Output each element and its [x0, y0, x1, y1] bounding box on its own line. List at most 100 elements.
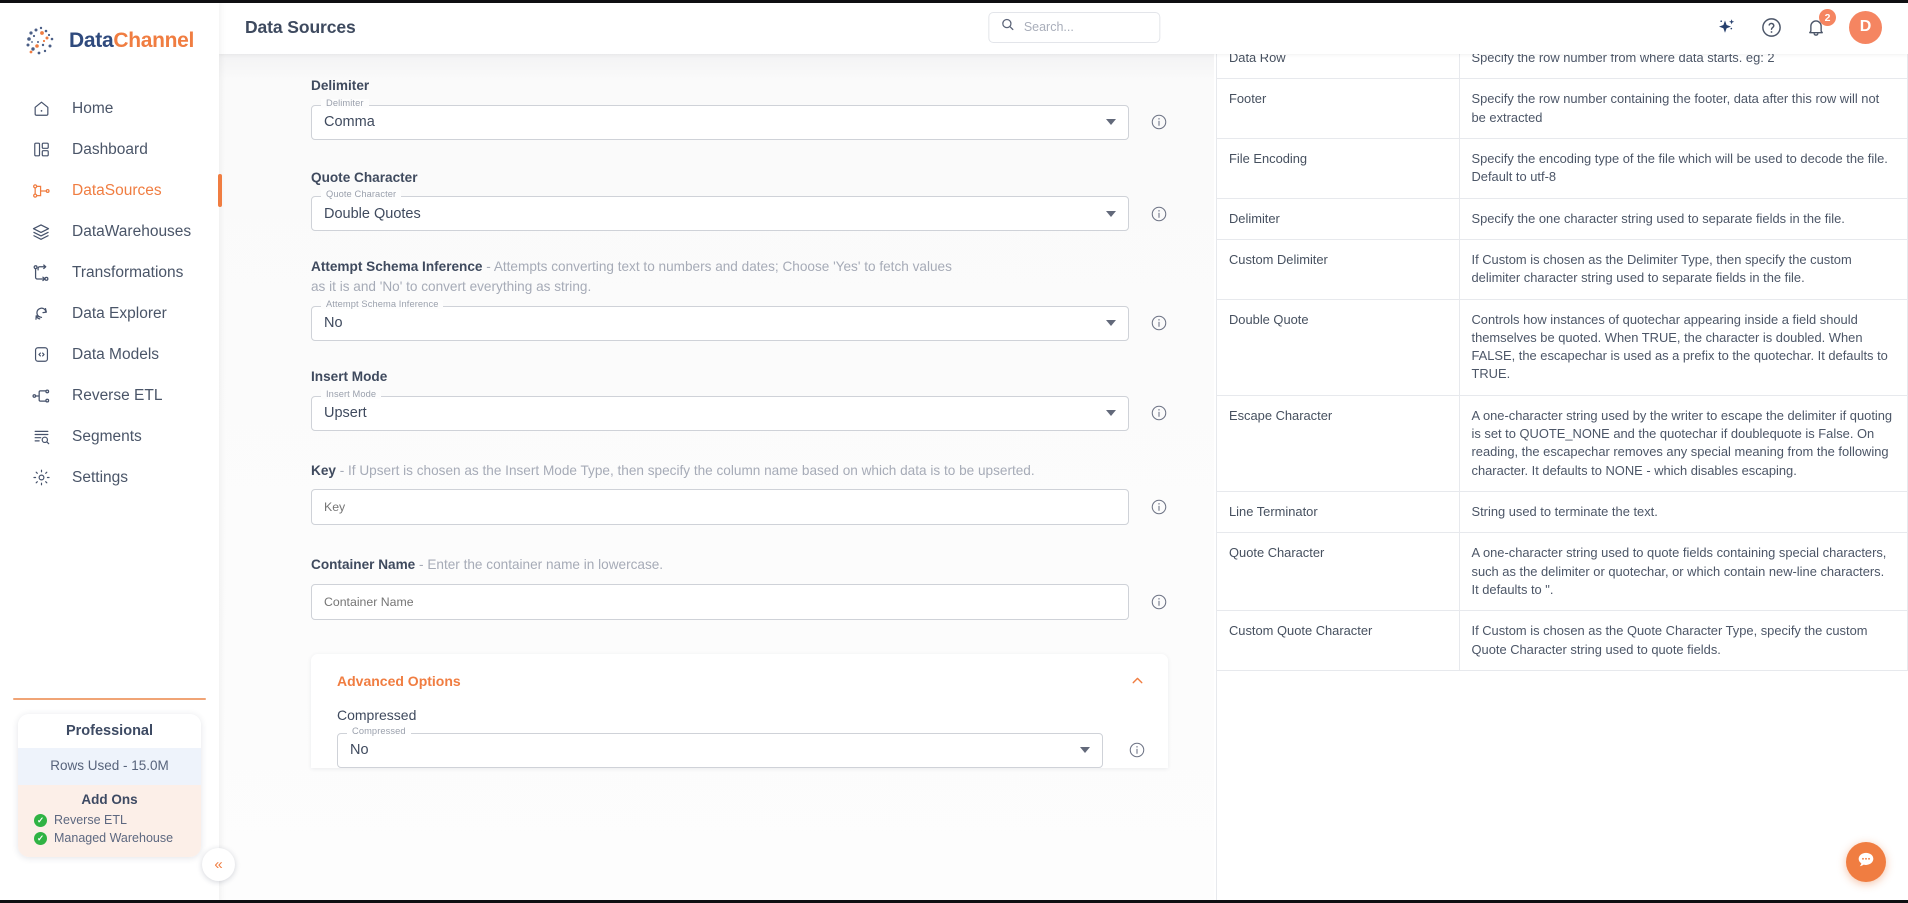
field-legend: Attempt Schema Inference — [321, 299, 444, 310]
sidebar-item-label: Data Models — [72, 345, 160, 363]
chevron-down-icon — [1106, 210, 1116, 217]
param-description: Specify the row number from where data s… — [1459, 54, 1908, 79]
reference-table-panel: Data Row Specify the row number from whe… — [1214, 54, 1908, 903]
ai-sparkle-icon[interactable] — [1714, 15, 1738, 39]
field-quote-character: Quote Character Quote Character Double Q… — [219, 168, 1214, 232]
info-icon[interactable] — [1150, 498, 1168, 516]
attempt-schema-inference-select[interactable]: Attempt Schema Inference No — [311, 299, 1129, 341]
brand-name: DataChannel — [69, 29, 194, 53]
content-area: Delimiter Delimiter Comma Quote Characte… — [219, 54, 1908, 903]
chevron-up-icon[interactable] — [1129, 672, 1146, 691]
field-title: Insert Mode — [311, 368, 388, 384]
info-icon[interactable] — [1150, 314, 1168, 332]
field-key: Key - If Upsert is chosen as the Insert … — [219, 461, 1214, 526]
param-description: Specify the one character string used to… — [1459, 198, 1908, 240]
chevron-down-icon — [1106, 119, 1116, 126]
selected-value: Upsert — [324, 405, 367, 422]
sidebar-item-datasources[interactable]: DataSources — [0, 170, 222, 211]
search-box[interactable] — [987, 11, 1160, 43]
field-attempt-schema-inference: Attempt Schema Inference - Attempts conv… — [219, 257, 1214, 341]
delimiter-select[interactable]: Delimiter Comma — [311, 98, 1129, 140]
home-icon — [30, 98, 52, 120]
settings-form-panel: Delimiter Delimiter Comma Quote Characte… — [219, 54, 1214, 903]
sidebar-item-transformations[interactable]: Transformations — [0, 252, 219, 293]
param-name: Footer — [1217, 78, 1460, 139]
sidebar-collapse-button[interactable]: « — [202, 848, 235, 881]
insert-mode-select[interactable]: Insert Mode Upsert — [311, 389, 1129, 431]
plan-title: Professional — [18, 714, 201, 748]
field-title: Key — [311, 462, 336, 478]
sidebar-item-reverse-etl[interactable]: Reverse ETL — [0, 375, 219, 416]
chevron-double-left-icon: « — [214, 856, 223, 873]
info-icon[interactable] — [1150, 205, 1168, 223]
brand-logo[interactable]: DataChannel — [0, 0, 219, 76]
sidebar-item-settings[interactable]: Settings — [0, 457, 219, 498]
advanced-options-panel: Advanced Options Compressed Compressed N… — [311, 653, 1168, 768]
sidebar-item-label: Reverse ETL — [72, 386, 163, 404]
plan-rows-used: Rows Used - 15.0M — [18, 748, 201, 785]
datachannel-logo-icon — [22, 22, 60, 60]
field-delimiter: Delimiter Delimiter Comma — [219, 76, 1214, 140]
field-legend: Compressed — [347, 726, 411, 737]
sidebar-item-label: Data Explorer — [72, 304, 167, 322]
table-row: Escape Character A one-character string … — [1217, 395, 1908, 492]
dashboard-icon — [30, 139, 52, 161]
param-name: Line Terminator — [1217, 491, 1460, 533]
info-icon[interactable] — [1128, 741, 1146, 759]
sidebar-item-data-explorer[interactable]: Data Explorer — [0, 293, 219, 334]
page-title: Data Sources — [245, 16, 356, 37]
plan-divider — [13, 698, 206, 700]
plan-card[interactable]: Professional Rows Used - 15.0M Add Ons ✓… — [18, 714, 201, 857]
selected-value: Double Quotes — [324, 205, 421, 222]
brand-name-part2: Channel — [113, 29, 195, 52]
table-row: Data Row Specify the row number from whe… — [1217, 54, 1908, 79]
param-name: Delimiter — [1217, 198, 1460, 240]
advanced-options-header[interactable]: Advanced Options — [311, 672, 1168, 691]
sidebar-bottom-pad — [0, 857, 219, 903]
key-input[interactable] — [324, 500, 1116, 515]
container-name-input[interactable] — [324, 594, 1116, 609]
field-heading: Delimiter — [311, 76, 1168, 96]
param-name: Custom Quote Character — [1217, 610, 1460, 671]
reference-table-inner: Data Row Specify the row number from whe… — [1217, 54, 1908, 671]
chat-support-button[interactable] — [1846, 842, 1886, 882]
table-row: Double Quote Controls how instances of q… — [1217, 299, 1908, 396]
field-legend: Quote Character — [321, 190, 402, 200]
notifications-bell-icon[interactable]: 2 — [1805, 9, 1836, 38]
data-models-icon — [30, 344, 52, 366]
container-name-input-wrap[interactable] — [311, 583, 1129, 620]
param-name: Data Row — [1217, 54, 1460, 79]
param-name: Custom Delimiter — [1217, 239, 1460, 299]
info-icon[interactable] — [1150, 113, 1168, 131]
settings-gear-icon — [30, 467, 52, 489]
table-row: Custom Delimiter If Custom is chosen as … — [1217, 239, 1908, 299]
table-row: File Encoding Specify the encoding type … — [1217, 138, 1908, 199]
key-input-wrap[interactable] — [311, 489, 1129, 526]
reference-table-scroll[interactable]: Data Row Specify the row number from whe… — [1216, 54, 1908, 903]
advanced-options-title: Advanced Options — [337, 673, 461, 690]
sidebar-item-home[interactable]: Home — [0, 88, 219, 129]
help-circle-icon[interactable] — [1760, 16, 1783, 39]
field-heading: Container Name - Enter the container nam… — [311, 555, 1168, 575]
param-description: If Custom is chosen as the Delimiter Typ… — [1459, 239, 1908, 299]
plan-addons-title: Add Ons — [18, 785, 201, 811]
window-edge-top — [0, 0, 1908, 3]
info-icon[interactable] — [1150, 593, 1168, 611]
field-title: Quote Character — [311, 169, 418, 185]
addon-label: Reverse ETL — [54, 813, 127, 827]
sidebar-item-dashboard[interactable]: Dashboard — [0, 129, 219, 170]
sidebar-item-label: Dashboard — [72, 140, 148, 158]
field-title: Container Name — [311, 557, 416, 573]
search-input[interactable] — [1023, 20, 1148, 34]
param-description: A one-character string used by the write… — [1459, 395, 1908, 492]
quote-character-select[interactable]: Quote Character Double Quotes — [311, 190, 1129, 232]
sidebar-item-segments[interactable]: Segments — [0, 416, 219, 457]
user-avatar[interactable]: D — [1849, 10, 1882, 44]
compressed-select[interactable]: Compressed No — [337, 726, 1103, 768]
info-icon[interactable] — [1150, 404, 1168, 422]
field-legend: Insert Mode — [321, 389, 382, 399]
field-heading: Key - If Upsert is chosen as the Insert … — [311, 461, 1168, 481]
sidebar-item-data-models[interactable]: Data Models — [0, 334, 219, 375]
param-description: A one-character string used to quote fie… — [1459, 532, 1908, 611]
sidebar-item-datawarehouses[interactable]: DataWarehouses — [0, 211, 219, 252]
